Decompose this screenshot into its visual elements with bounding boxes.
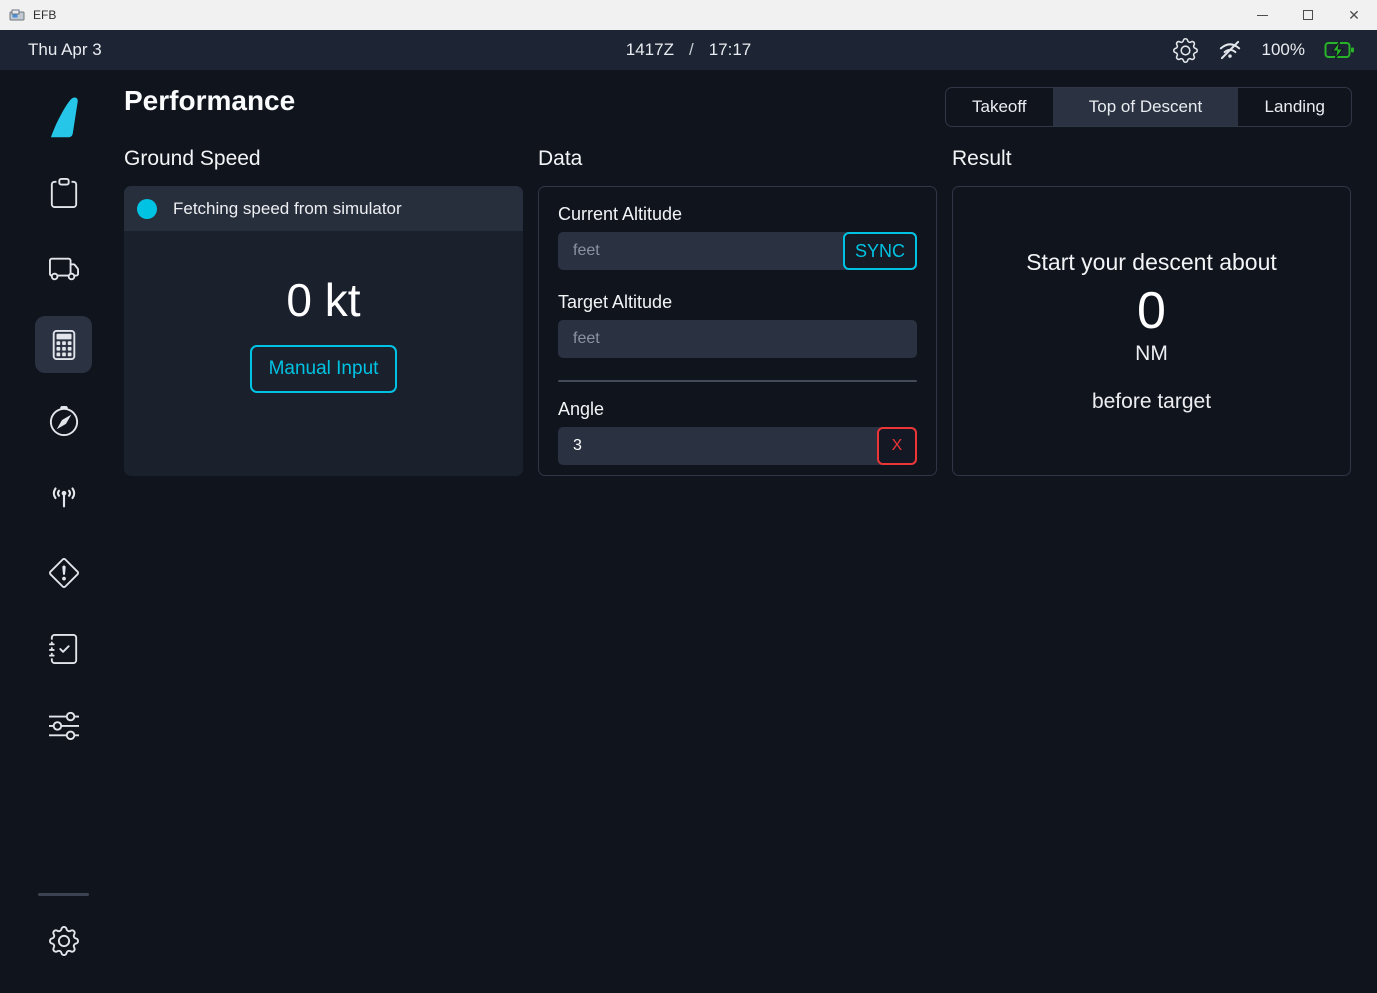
fbw-logo-icon bbox=[46, 95, 82, 139]
clock-separator: / bbox=[689, 40, 694, 60]
angle-input[interactable] bbox=[558, 427, 917, 465]
broadcast-pin-icon bbox=[49, 482, 79, 512]
maximize-button[interactable] bbox=[1285, 0, 1331, 30]
ground-speed-status-bar: Fetching speed from simulator bbox=[124, 186, 523, 231]
calculator-icon bbox=[49, 330, 79, 360]
close-icon: ✕ bbox=[1348, 8, 1360, 22]
gear-icon bbox=[1173, 38, 1198, 63]
statusbar-right: 100% bbox=[1173, 37, 1355, 63]
target-altitude-label: Target Altitude bbox=[558, 292, 917, 313]
os-titlebar: EFB ✕ bbox=[0, 0, 1377, 30]
statusbar-date: Thu Apr 3 bbox=[28, 40, 102, 60]
result-line1: Start your descent about bbox=[1026, 249, 1277, 276]
close-button[interactable]: ✕ bbox=[1331, 0, 1377, 30]
window-title: EFB bbox=[33, 8, 56, 22]
window-controls: ✕ bbox=[1239, 0, 1377, 30]
result-line2: before target bbox=[1092, 390, 1211, 414]
efb-window: EFB ✕ Thu Apr 3 1417Z / 17:17 bbox=[0, 0, 1377, 993]
sidebar-item-ground[interactable] bbox=[35, 240, 92, 297]
tab-landing[interactable]: Landing bbox=[1238, 88, 1351, 126]
data-heading: Data bbox=[538, 147, 937, 171]
battery-charging-icon bbox=[1324, 40, 1355, 60]
journal-check-icon bbox=[49, 634, 79, 664]
data-card-body: Current Altitude SYNC Target Altitude An… bbox=[539, 187, 936, 504]
angle-label: Angle bbox=[558, 399, 917, 420]
minimize-icon bbox=[1257, 15, 1268, 16]
wifi-off-icon bbox=[1217, 37, 1243, 63]
maximize-icon bbox=[1303, 10, 1313, 20]
efb-statusbar: Thu Apr 3 1417Z / 17:17 100% bbox=[0, 30, 1377, 70]
exclamation-diamond-icon bbox=[49, 558, 79, 588]
result-heading: Result bbox=[952, 147, 1351, 171]
result-body: Start your descent about 0 NM before tar… bbox=[953, 187, 1350, 475]
current-altitude-row: SYNC bbox=[558, 232, 917, 270]
sidebar-item-checklists[interactable] bbox=[35, 620, 92, 677]
compass-icon bbox=[49, 406, 79, 436]
tab-top-of-descent[interactable]: Top of Descent bbox=[1053, 88, 1239, 126]
angle-row: X bbox=[558, 427, 917, 465]
sidebar-item-presets[interactable] bbox=[35, 696, 92, 753]
ground-speed-section: Ground Speed Fetching speed from simulat… bbox=[124, 147, 523, 476]
sidebar-item-atc[interactable] bbox=[35, 468, 92, 525]
ground-speed-value: 0 kt bbox=[286, 273, 360, 327]
sidebar-nav bbox=[0, 70, 127, 993]
local-time: 17:17 bbox=[709, 40, 752, 60]
result-value: 0 bbox=[1137, 281, 1166, 341]
result-unit: NM bbox=[1135, 342, 1168, 366]
ground-speed-status-text: Fetching speed from simulator bbox=[173, 199, 402, 219]
battery-percentage: 100% bbox=[1262, 40, 1305, 60]
sync-status-dot bbox=[137, 199, 157, 219]
gear-icon bbox=[49, 926, 79, 956]
wifi-status-button[interactable] bbox=[1217, 37, 1243, 63]
utc-time: 1417Z bbox=[626, 40, 674, 60]
sidebar-item-performance[interactable] bbox=[35, 316, 92, 373]
performance-tabs: Takeoff Top of Descent Landing bbox=[945, 87, 1352, 127]
app-icon bbox=[9, 7, 25, 23]
manual-input-button[interactable]: Manual Input bbox=[250, 345, 398, 393]
ground-speed-heading: Ground Speed bbox=[124, 147, 523, 171]
current-altitude-label: Current Altitude bbox=[558, 204, 917, 225]
efb-app-body: Performance Takeoff Top of Descent Landi… bbox=[0, 70, 1377, 993]
clipboard-icon bbox=[49, 178, 79, 208]
target-altitude-row bbox=[558, 320, 917, 358]
truck-icon bbox=[49, 254, 79, 284]
data-card: Current Altitude SYNC Target Altitude An… bbox=[538, 186, 937, 476]
statusbar-clock: 1417Z / 17:17 bbox=[626, 40, 751, 60]
result-section: Result Start your descent about 0 NM bef… bbox=[952, 147, 1351, 476]
ground-speed-body: 0 kt Manual Input bbox=[124, 231, 523, 393]
sidebar-divider bbox=[38, 893, 89, 896]
data-divider bbox=[558, 380, 917, 382]
target-altitude-input[interactable] bbox=[558, 320, 917, 358]
data-section: Data Current Altitude SYNC Target Altitu… bbox=[538, 147, 937, 476]
ground-speed-card: Fetching speed from simulator 0 kt Manua… bbox=[124, 186, 523, 476]
result-card: Start your descent about 0 NM before tar… bbox=[952, 186, 1351, 476]
sidebar-item-dashboard[interactable] bbox=[35, 88, 92, 145]
minimize-button[interactable] bbox=[1239, 0, 1285, 30]
sliders-icon bbox=[49, 710, 79, 740]
sidebar-item-dispatch[interactable] bbox=[35, 164, 92, 221]
angle-clear-button[interactable]: X bbox=[877, 427, 917, 465]
page-title: Performance bbox=[124, 85, 295, 117]
tab-takeoff[interactable]: Takeoff bbox=[946, 88, 1053, 126]
sidebar-item-settings[interactable] bbox=[35, 912, 92, 969]
sidebar-item-navigation[interactable] bbox=[35, 392, 92, 449]
sync-button[interactable]: SYNC bbox=[843, 232, 917, 270]
sidebar-item-failures[interactable] bbox=[35, 544, 92, 601]
quick-settings-button[interactable] bbox=[1173, 38, 1198, 63]
